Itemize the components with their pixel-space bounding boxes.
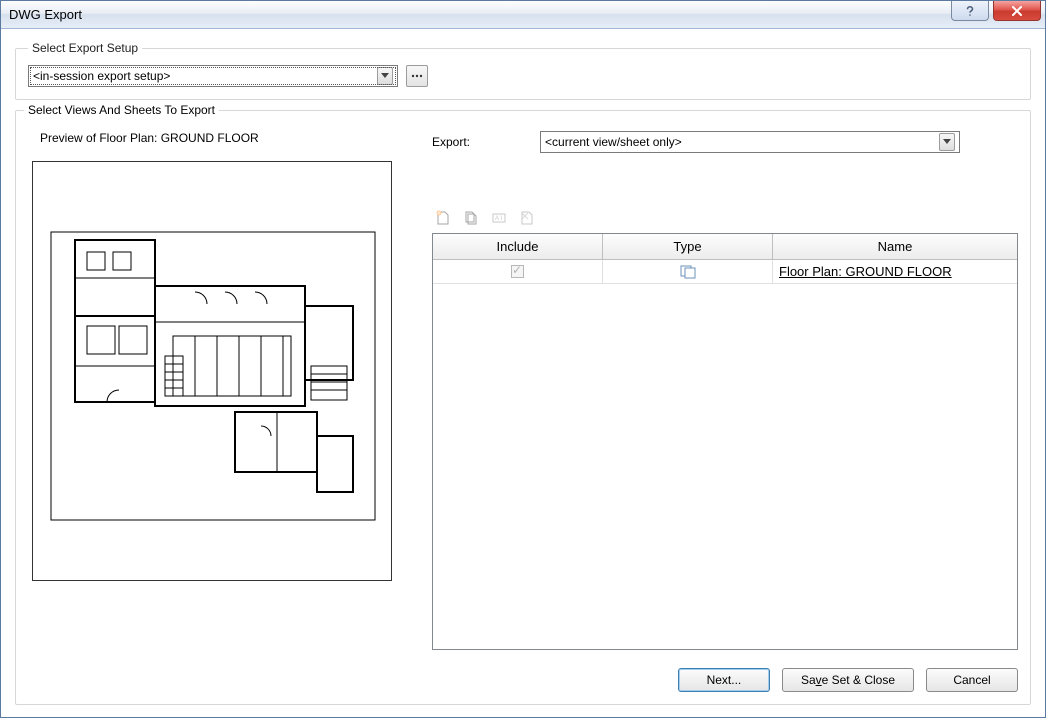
views-grid: Include Type Name [432, 233, 1018, 650]
include-checkbox[interactable] [511, 265, 524, 278]
export-scope-dropdown[interactable]: <current view/sheet only> [540, 131, 960, 153]
delete-set-icon[interactable] [518, 209, 536, 227]
cell-type [603, 260, 773, 283]
views-sheets-legend: Select Views And Sheets To Export [24, 103, 219, 117]
duplicate-set-icon[interactable] [462, 209, 480, 227]
col-include[interactable]: Include [433, 234, 603, 260]
next-button[interactable]: Next... [678, 668, 770, 692]
views-sheets-group: Select Views And Sheets To Export Previe… [15, 110, 1031, 705]
col-name[interactable]: Name [773, 234, 1017, 260]
export-setup-dropdown[interactable]: <in-session export setup> [28, 65, 398, 87]
export-label: Export: [432, 135, 470, 149]
close-button[interactable] [993, 1, 1041, 21]
help-button[interactable] [951, 1, 989, 21]
preview-thumbnail [32, 161, 392, 581]
svg-text:A I: A I [495, 216, 502, 222]
dialog-body: Select Export Setup <in-session export s… [1, 29, 1045, 717]
export-scope-value: <current view/sheet only> [545, 135, 939, 149]
floorplan-view-icon [680, 265, 696, 279]
cell-include[interactable] [433, 260, 603, 283]
setup-options-button[interactable] [406, 65, 428, 87]
col-type[interactable]: Type [603, 234, 773, 260]
list-toolbar: A I [432, 209, 1018, 227]
chevron-down-icon [377, 67, 393, 85]
window-controls [951, 1, 1045, 28]
export-setup-value: <in-session export setup> [33, 69, 377, 83]
cell-name[interactable]: Floor Plan: GROUND FLOOR [773, 260, 1017, 283]
grid-body: Floor Plan: GROUND FLOOR [433, 260, 1017, 649]
cancel-button[interactable]: Cancel [926, 668, 1018, 692]
preview-label: Preview of Floor Plan: GROUND FLOOR [40, 131, 408, 145]
rename-set-icon[interactable]: A I [490, 209, 508, 227]
dwg-export-dialog: DWG Export Select Export Setup <in-sessi… [0, 0, 1046, 718]
export-setup-legend: Select Export Setup [28, 41, 142, 55]
window-title: DWG Export [9, 7, 951, 22]
table-row[interactable]: Floor Plan: GROUND FLOOR [433, 260, 1017, 284]
save-set-close-button[interactable]: Save Set & Close [782, 668, 914, 692]
export-setup-group: Select Export Setup <in-session export s… [15, 41, 1031, 100]
new-set-icon[interactable] [434, 209, 452, 227]
chevron-down-icon [939, 133, 955, 151]
preview-column: Preview of Floor Plan: GROUND FLOOR [28, 127, 408, 650]
dialog-footer: Next... Save Set & Close Cancel [678, 668, 1018, 692]
titlebar: DWG Export [1, 1, 1045, 29]
grid-header: Include Type Name [433, 234, 1017, 260]
floorplan-image [45, 226, 381, 526]
export-column: Export: <current view/sheet only> [432, 127, 1018, 650]
